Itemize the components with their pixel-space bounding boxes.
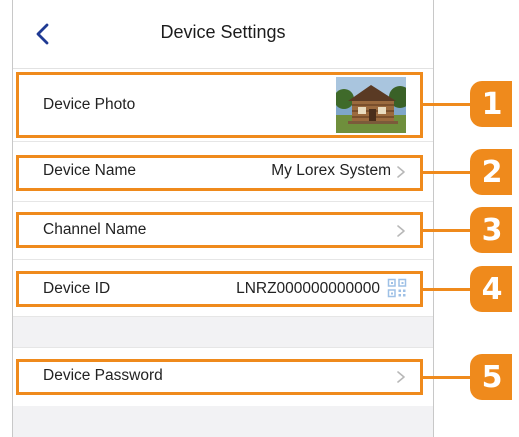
callout-leader-2 — [423, 171, 475, 174]
bottom-gap — [13, 406, 433, 437]
highlight-box-1 — [16, 72, 423, 138]
callout-leader-5 — [423, 376, 475, 379]
callout-number-3: 3 — [482, 213, 503, 248]
callout-badge-2: 2 — [470, 149, 512, 195]
callout-number-5: 5 — [482, 360, 503, 395]
callout-number-1: 1 — [482, 87, 503, 122]
callout-leader-1 — [423, 103, 475, 106]
section-gap — [13, 317, 433, 347]
highlight-box-2 — [16, 155, 423, 191]
callout-leader-3 — [423, 229, 475, 232]
callout-leader-4 — [423, 288, 475, 291]
callout-badge-3: 3 — [470, 207, 512, 253]
callout-badge-5: 5 — [470, 354, 512, 400]
header-bar: Device Settings — [13, 0, 433, 69]
callout-number-2: 2 — [482, 155, 503, 190]
callout-number-4: 4 — [482, 272, 503, 307]
highlight-box-5 — [16, 359, 423, 395]
callout-badge-4: 4 — [470, 266, 512, 312]
callout-badge-1: 1 — [470, 81, 512, 127]
highlight-box-4 — [16, 271, 423, 307]
highlight-box-3 — [16, 212, 423, 248]
page-title: Device Settings — [160, 22, 286, 42]
